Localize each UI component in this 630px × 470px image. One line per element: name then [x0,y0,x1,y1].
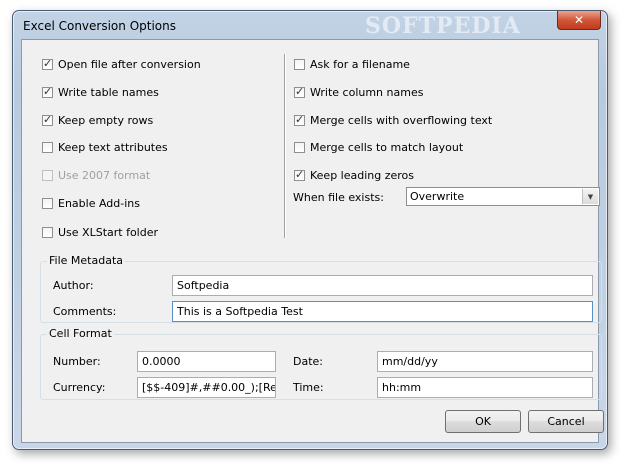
title-bar: Excel Conversion Options SOFTPEDIA ✕ [13,11,607,39]
option-label: Merge cells with overflowing text [310,113,493,127]
option-merge-cells-overflowing[interactable]: Merge cells with overflowing text [294,112,492,128]
author-field[interactable]: Softpedia [172,275,593,296]
currency-field[interactable]: [$$-409]#,##0.00_);[Red] [137,377,276,398]
comments-field[interactable]: This is a Softpedia Test [172,301,593,322]
option-label: Merge cells to match layout [310,140,464,154]
option-label: Open file after conversion [58,57,201,71]
date-field[interactable]: mm/dd/yy [377,351,593,372]
option-open-file-after-conversion[interactable]: Open file after conversion [42,56,201,72]
time-field[interactable]: hh:mm [377,377,593,398]
comments-label: Comments: [53,305,117,318]
checkbox-unchecked[interactable] [42,226,53,238]
date-label: Date: [293,355,323,368]
author-label: Author: [53,279,94,292]
option-label: Ask for a filename [310,57,410,71]
option-write-table-names[interactable]: Write table names [42,84,159,100]
option-label: Keep text attributes [58,140,168,154]
option-label: Keep empty rows [58,113,154,127]
option-write-column-names[interactable]: Write column names [294,84,423,100]
checkbox-checked[interactable] [294,168,305,181]
currency-label: Currency: [53,381,106,394]
file-exists-dropdown[interactable]: Overwrite ▼ [406,187,600,206]
option-label: Use XLStart folder [58,225,159,239]
option-keep-text-attributes[interactable]: Keep text attributes [42,139,168,155]
number-field[interactable]: 0.0000 [137,351,276,372]
time-label: Time: [293,381,324,394]
option-keep-empty-rows[interactable]: Keep empty rows [42,112,153,128]
window-title: Excel Conversion Options [23,19,176,33]
dialog-client-area: Open file after conversion Write table n… [21,39,604,443]
option-label: Write column names [310,85,424,99]
dialog-window: Excel Conversion Options SOFTPEDIA ✕ Ope… [12,10,608,450]
checkbox-checked[interactable] [42,85,53,98]
option-use-2007-format: Use 2007 format [42,167,150,183]
column-divider [284,54,285,238]
checkbox-unchecked[interactable] [294,58,305,70]
file-exists-value: Overwrite [410,190,465,203]
cell-format-title: Cell Format [47,327,114,340]
checkbox-checked[interactable] [42,113,53,126]
checkbox-unchecked[interactable] [42,141,53,153]
watermark-logo: SOFTPEDIA [365,13,521,39]
option-keep-leading-zeros[interactable]: Keep leading zeros [294,167,414,183]
cancel-button[interactable]: Cancel [528,410,604,433]
number-label: Number: [53,355,101,368]
file-exists-label: When file exists: [293,191,384,204]
close-icon: ✕ [573,13,585,27]
option-ask-for-filename[interactable]: Ask for a filename [294,56,410,72]
checkbox-checked[interactable] [42,57,53,70]
option-enable-add-ins[interactable]: Enable Add-ins [42,195,140,211]
checkbox-unchecked[interactable] [42,197,53,209]
option-label: Keep leading zeros [310,168,415,182]
checkbox-unchecked[interactable] [294,141,305,153]
option-label: Enable Add-ins [58,196,140,210]
ok-button[interactable]: OK [445,410,521,433]
checkbox-checked[interactable] [294,113,305,126]
option-label: Use 2007 format [58,168,151,182]
close-button[interactable]: ✕ [557,11,601,30]
checkbox-disabled [42,169,53,181]
file-metadata-title: File Metadata [47,254,125,267]
option-use-xlstart-folder[interactable]: Use XLStart folder [42,224,158,240]
option-merge-cells-match-layout[interactable]: Merge cells to match layout [294,139,463,155]
option-label: Write table names [58,85,159,99]
chevron-down-icon[interactable]: ▼ [582,189,598,204]
checkbox-checked[interactable] [294,85,305,98]
